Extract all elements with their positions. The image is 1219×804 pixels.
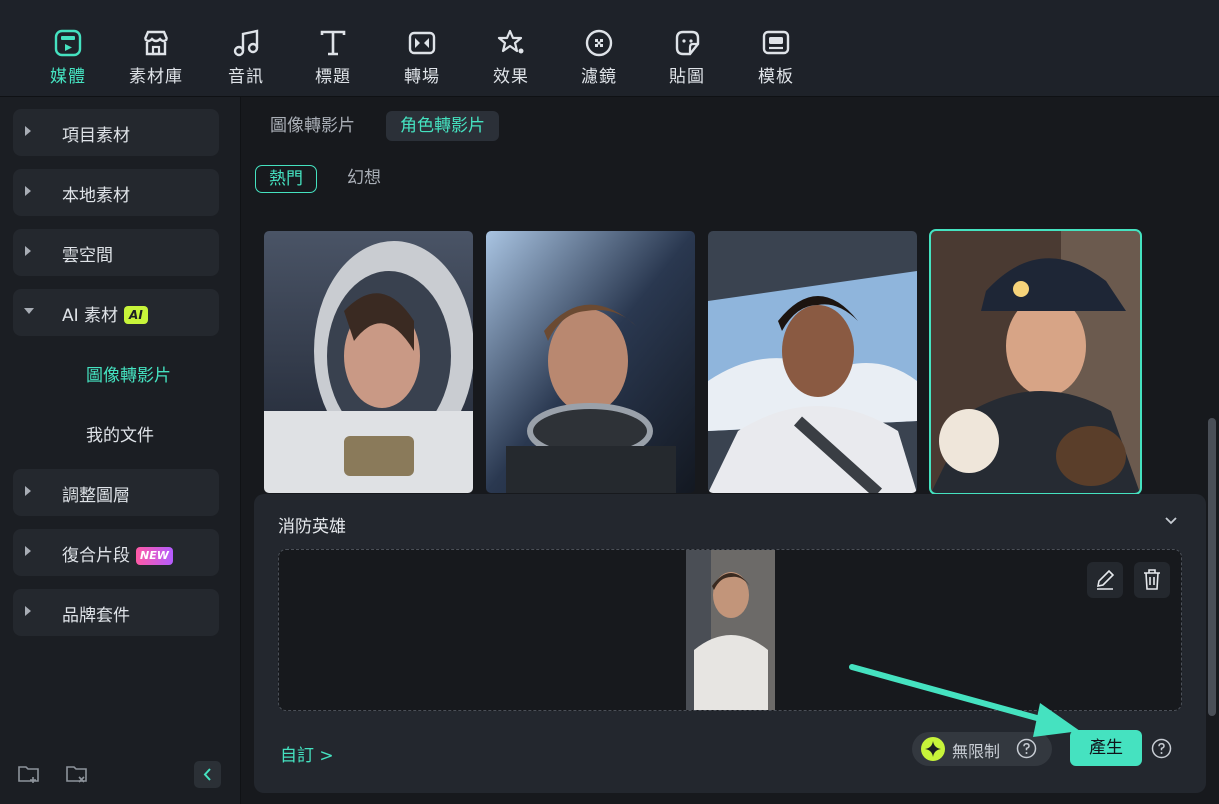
edit-button[interactable]	[1087, 562, 1123, 598]
tool-template-label: 模板	[758, 67, 794, 87]
tool-sticker[interactable]: 貼圖	[652, 28, 722, 87]
tool-effects[interactable]: 效果	[476, 28, 546, 87]
tool-audio[interactable]: 音訊	[211, 28, 281, 87]
caret-right-icon	[25, 186, 31, 196]
tool-filter-label: 濾鏡	[581, 67, 617, 87]
sidebar-item-label: 復合片段 NEW	[62, 541, 173, 566]
filter-popular[interactable]: 熱門	[255, 165, 317, 193]
media-icon	[54, 29, 82, 57]
tab-character-to-video[interactable]: 角色轉影片	[386, 111, 499, 141]
tool-store-label: 素材庫	[129, 67, 183, 87]
sidebar-item-label: 調整圖層	[62, 486, 130, 506]
new-badge: NEW	[136, 547, 173, 565]
caret-right-icon	[25, 486, 31, 496]
caret-right-icon	[25, 126, 31, 136]
chevron-left-icon	[203, 768, 211, 781]
sidebar-item-label: 品牌套件	[62, 606, 130, 626]
collapse-sidebar-button[interactable]	[194, 761, 221, 788]
tool-transition-label: 轉場	[404, 67, 440, 87]
sidebar-item-compound-text: 復合片段	[62, 546, 130, 566]
sidebar-item-project-media[interactable]: 項目素材	[13, 109, 219, 156]
tool-template[interactable]: 模板	[741, 28, 811, 87]
caret-down-icon	[24, 308, 34, 314]
template-card-astronaut-man[interactable]	[486, 231, 695, 493]
help-icon[interactable]	[1016, 738, 1037, 759]
pencil-icon	[1096, 569, 1115, 590]
sidebar: 項目素材 本地素材 雲空間 AI 素材 AI 圖像轉影片 我的文件 調整圖層 復合…	[0, 97, 241, 804]
tool-effects-label: 效果	[493, 67, 529, 87]
tool-audio-label: 音訊	[228, 67, 264, 87]
filter-icon	[585, 29, 613, 57]
sidebar-item-label: 雲空間	[62, 246, 113, 266]
sidebar-item-local-media[interactable]: 本地素材	[13, 169, 219, 216]
tool-transition[interactable]: 轉場	[387, 28, 457, 87]
sidebar-item-cloud[interactable]: 雲空間	[13, 229, 219, 276]
caret-right-icon	[25, 606, 31, 616]
help-icon[interactable]	[1151, 738, 1172, 759]
tool-media-label: 媒體	[50, 67, 86, 87]
sidebar-subitem-my-files[interactable]: 我的文件	[86, 421, 154, 446]
sidebar-item-label: AI 素材 AI	[62, 301, 148, 326]
template-card-firefighter[interactable]	[929, 229, 1142, 495]
upload-area[interactable]	[278, 549, 1182, 711]
tool-title-label: 標題	[315, 67, 351, 87]
panel-title: 消防英雄	[278, 517, 346, 537]
sidebar-item-compound-clip[interactable]: 復合片段 NEW	[13, 529, 219, 576]
sparkle-icon	[921, 737, 945, 761]
title-text-icon	[320, 30, 346, 56]
trash-icon	[1144, 569, 1160, 590]
sidebar-item-label: 本地素材	[62, 186, 130, 206]
main-content: 圖像轉影片 角色轉影片 熱門 幻想 消防英雄 自訂 > 無限制 產生	[241, 97, 1219, 804]
sidebar-item-ai-text: AI 素材	[62, 306, 119, 326]
tab-image-to-video[interactable]: 圖像轉影片	[256, 111, 369, 141]
delete-button[interactable]	[1134, 562, 1170, 598]
astronaut-woman-thumbnail	[264, 231, 473, 493]
caret-right-icon	[25, 246, 31, 256]
sidebar-item-label: 項目素材	[62, 126, 130, 146]
chevron-down-icon[interactable]	[1164, 516, 1178, 526]
remove-folder-icon[interactable]	[65, 763, 89, 785]
uploaded-photo-thumbnail	[686, 550, 775, 710]
effects-star-icon	[497, 29, 524, 54]
template-icon	[762, 30, 790, 55]
tool-sticker-label: 貼圖	[669, 67, 705, 87]
template-card-pilot[interactable]	[708, 231, 917, 493]
ai-badge: AI	[124, 306, 148, 324]
sidebar-item-ai-media[interactable]: AI 素材 AI	[13, 289, 219, 336]
music-note-icon	[233, 29, 259, 57]
filter-fantasy[interactable]: 幻想	[334, 165, 394, 193]
sticker-icon	[675, 30, 700, 56]
caret-right-icon	[25, 546, 31, 556]
pilot-thumbnail	[708, 231, 917, 493]
store-icon	[143, 30, 169, 56]
astronaut-man-thumbnail	[486, 231, 695, 493]
unlimited-label: 無限制	[952, 742, 1001, 761]
template-card-astronaut-woman[interactable]	[264, 231, 473, 493]
sidebar-item-adjustment-layer[interactable]: 調整圖層	[13, 469, 219, 516]
scrollbar[interactable]	[1208, 418, 1216, 716]
transition-icon	[408, 31, 436, 55]
tool-title[interactable]: 標題	[298, 28, 368, 87]
tool-media[interactable]: 媒體	[33, 28, 103, 87]
generate-button[interactable]: 產生	[1070, 730, 1142, 766]
top-toolbar: 媒體 素材庫 音訊 標題 轉場 效果 濾鏡 貼圖 模板	[0, 0, 1219, 97]
sidebar-subitem-image-to-video[interactable]: 圖像轉影片	[86, 361, 171, 386]
tool-filter[interactable]: 濾鏡	[564, 28, 634, 87]
character-panel: 消防英雄 自訂 > 無限制 產生	[254, 494, 1206, 793]
new-folder-icon[interactable]	[17, 763, 41, 785]
firefighter-thumbnail	[931, 231, 1140, 493]
custom-link[interactable]: 自訂 >	[280, 741, 334, 766]
sidebar-item-brand-kit[interactable]: 品牌套件	[13, 589, 219, 636]
unlimited-credits-badge: 無限制	[912, 732, 1052, 766]
tool-store[interactable]: 素材庫	[121, 28, 191, 87]
